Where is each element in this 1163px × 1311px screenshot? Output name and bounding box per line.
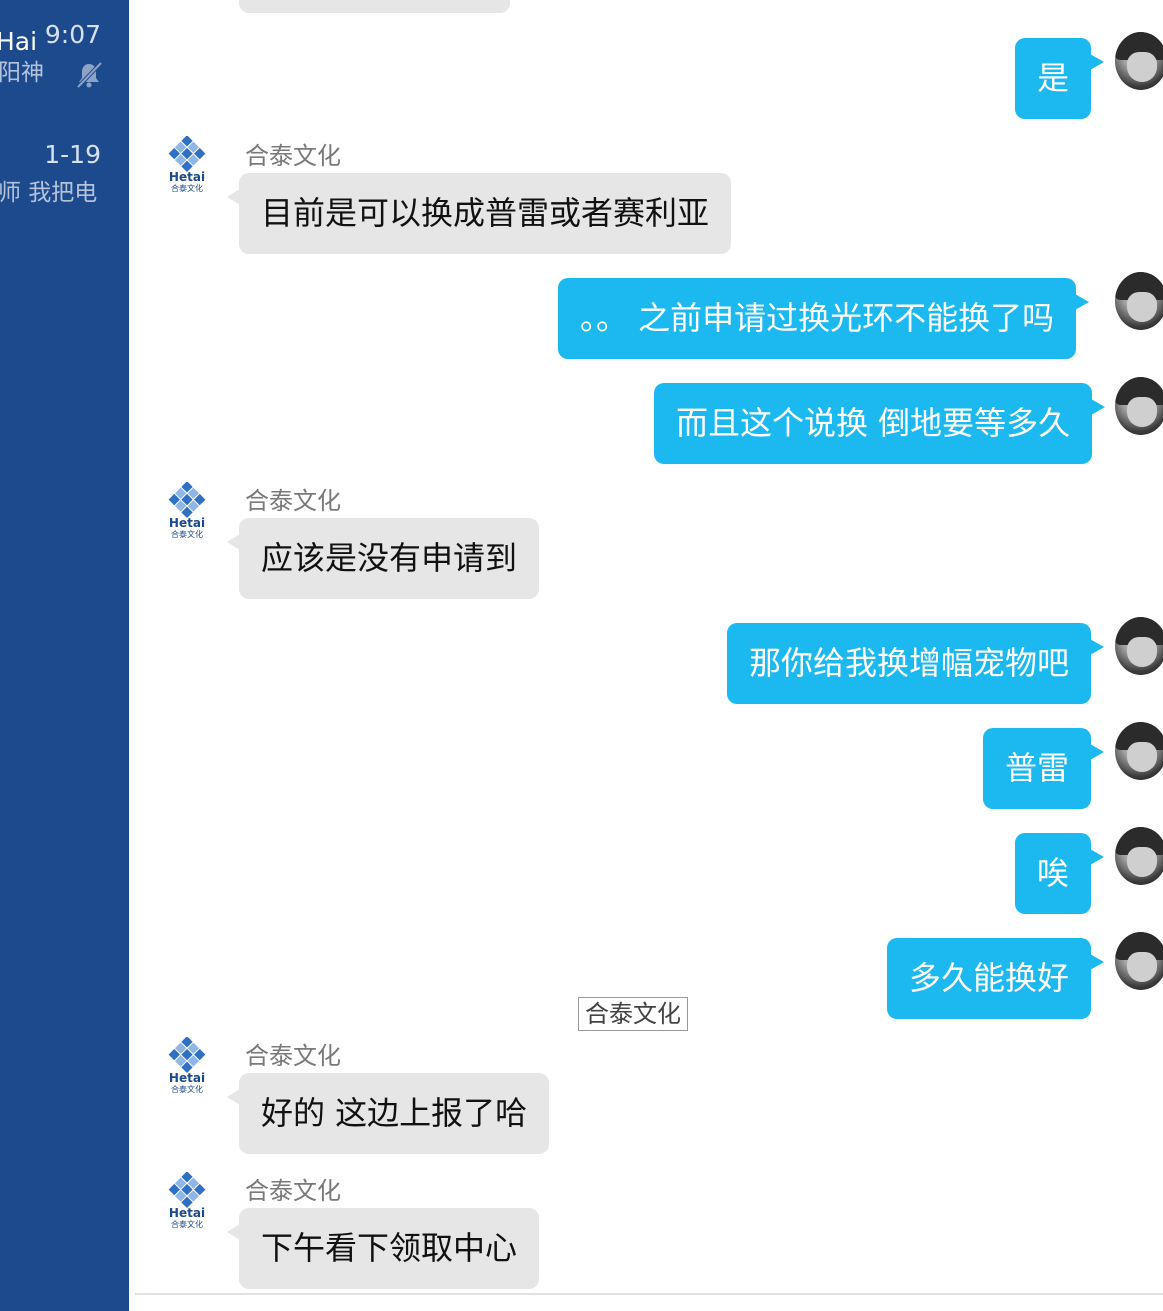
- message-bubble-partial: [239, 0, 510, 13]
- conversation-item[interactable]: 1-19 师 我把电: [0, 130, 129, 230]
- logo-subtitle: 合泰文化: [171, 183, 203, 193]
- conversation-time: 1-19: [44, 140, 101, 169]
- message-bubble-outgoing: 普雷: [983, 728, 1105, 809]
- message-bubble-outgoing: 而且这个说换 倒地要等多久: [654, 383, 1106, 464]
- message-bubble-incoming: 下午看下领取中心: [226, 1208, 540, 1289]
- conversation-time: 9:07: [44, 20, 101, 49]
- hetai-logo-avatar[interactable]: Hetai 合泰文化: [165, 482, 209, 542]
- logo-subtitle: 合泰文化: [171, 1084, 203, 1094]
- message-bubble-outgoing: 。。 之前申请过换光环不能换了吗: [558, 278, 1090, 359]
- message-bubble-incoming: 应该是没有申请到: [226, 518, 540, 599]
- user-avatar[interactable]: [1115, 377, 1163, 435]
- message-bubble-outgoing: 那你给我换增幅宠物吧: [727, 623, 1105, 704]
- logo-subtitle: 合泰文化: [171, 1219, 203, 1229]
- sender-name: 合泰文化: [245, 1042, 341, 1070]
- user-avatar[interactable]: [1115, 617, 1163, 675]
- logo-brand: Hetai: [169, 170, 205, 184]
- input-divider: [135, 1293, 1163, 1295]
- message-bubble-outgoing: 是: [1015, 38, 1105, 119]
- conversation-preview: 师 我把电: [0, 180, 98, 206]
- hetai-logo-avatar[interactable]: Hetai 合泰文化: [165, 136, 209, 196]
- hetai-logo-avatar[interactable]: Hetai 合泰文化: [165, 1037, 209, 1097]
- user-avatar[interactable]: [1115, 722, 1163, 780]
- conversation-sidebar: Hai 9:07 阳神 1-19 师 我把电: [0, 0, 129, 1311]
- conversation-name: Hai: [0, 27, 38, 56]
- sender-name: 合泰文化: [245, 1177, 341, 1205]
- user-avatar[interactable]: [1115, 272, 1163, 330]
- sender-name: 合泰文化: [245, 142, 341, 170]
- logo-brand: Hetai: [169, 1071, 205, 1085]
- message-bubble-outgoing: 唉: [1015, 833, 1105, 914]
- logo-brand: Hetai: [169, 516, 205, 530]
- user-avatar[interactable]: [1115, 932, 1163, 990]
- chat-panel: 是 Hetai 合泰文化 合泰文化 目前是可以换成普雷或者赛利亚 。。 之前申请…: [129, 0, 1163, 1311]
- user-avatar[interactable]: [1115, 32, 1163, 90]
- conversation-item[interactable]: Hai 9:07 阳神: [0, 0, 129, 130]
- logo-brand: Hetai: [169, 1206, 205, 1220]
- message-bubble-incoming: 目前是可以换成普雷或者赛利亚: [226, 173, 732, 254]
- message-bubble-incoming: 好的 这边上报了哈: [226, 1073, 550, 1154]
- sender-tooltip-label: 合泰文化: [578, 997, 688, 1031]
- user-avatar[interactable]: [1115, 827, 1163, 885]
- sender-name: 合泰文化: [245, 487, 341, 515]
- logo-subtitle: 合泰文化: [171, 529, 203, 539]
- hetai-logo-avatar[interactable]: Hetai 合泰文化: [165, 1172, 209, 1232]
- message-bubble-outgoing: 多久能换好: [887, 938, 1105, 1019]
- mute-bell-icon: [76, 61, 103, 89]
- conversation-preview: 阳神: [0, 60, 44, 86]
